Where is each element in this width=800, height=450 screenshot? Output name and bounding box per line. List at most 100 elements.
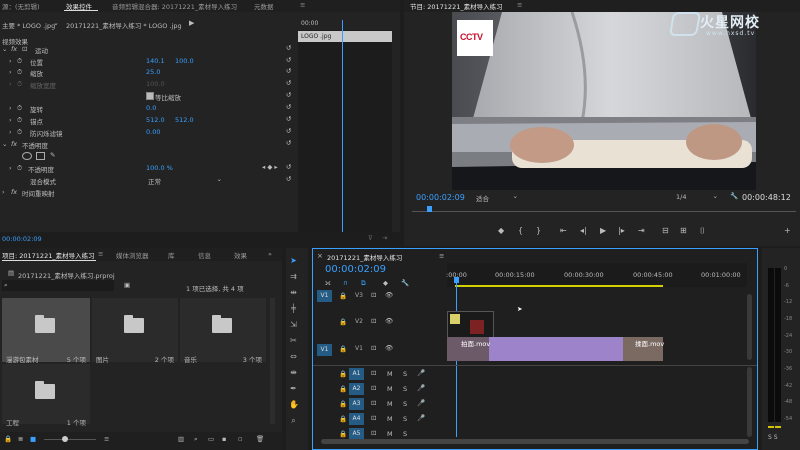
source-patch-v1[interactable]: V1 [317,344,332,356]
add-marker-icon[interactable]: ◆ [498,226,504,235]
sort-icon[interactable]: ≡ [104,435,109,443]
meter-solo-buttons[interactable]: S S [768,434,778,441]
time-ruler[interactable]: :00:00 00:00:15:00 00:00:30:00 00:00:45:… [446,263,747,287]
track-lock-icon[interactable]: 🔒 [339,400,347,408]
time-remap-expand-icon[interactable]: › [2,188,5,196]
opacity-reset-icon[interactable]: ↺ [286,163,291,171]
timeline-playhead-handle[interactable] [454,277,459,283]
audio-source-patch[interactable]: A4 [349,413,364,425]
project-menu-icon[interactable]: ≡ [98,250,103,258]
anchor-stopwatch-icon[interactable]: ⏱ [17,116,22,125]
fit-select[interactable]: 适合 ⌄ [476,192,518,203]
solo-button[interactable]: S [403,430,407,438]
track-sync-icon[interactable]: ⊡ [371,399,376,407]
solo-button[interactable]: S [403,370,407,378]
go-to-in-icon[interactable]: ⇤ [560,226,567,235]
project-search-input[interactable]: ⌕ [2,280,114,291]
mic-icon[interactable]: 🎤 [417,369,425,377]
antiflicker-stopwatch-icon[interactable]: ⏱ [17,128,22,137]
scale-width-expand-icon[interactable]: › [9,80,12,88]
delete-icon[interactable]: 🗑 [256,435,264,443]
automate-icon[interactable]: ▥ [178,435,184,443]
ellipse-mask-icon[interactable] [22,152,32,160]
tab-source[interactable]: 源：(无剪辑) [2,1,40,11]
opacity-expand-icon[interactable]: ⌄ [2,140,7,148]
ec-filter-icon[interactable]: ⊽ [368,234,373,242]
export-frame-icon[interactable]: ⌷ [700,226,705,236]
position-x-value[interactable]: 140.1 [146,57,165,65]
new-search-bin-icon[interactable]: ▣ [124,281,130,289]
track-eye-icon[interactable]: 👁 [385,344,393,352]
video-clip[interactable]: 揉面.mov [623,337,664,361]
track-sync-icon[interactable]: ⊡ [371,414,376,422]
bin-tile[interactable]: 漫游包素材 5 个项 [2,298,90,364]
work-area-bar[interactable] [455,285,663,287]
timeline-timecode[interactable]: 00:00:02:09 [325,264,386,275]
track-sync-icon[interactable]: ⊡ [371,429,376,437]
track-eye-icon[interactable]: 👁 [385,317,393,325]
slide-tool-icon[interactable]: ⇼ [289,368,298,377]
blend-mode-select[interactable]: 正常 ⌄ [146,175,222,186]
position-reset-icon[interactable]: ↺ [286,56,291,64]
audio-source-patch[interactable]: A1 [349,368,364,380]
sequence-clip-path[interactable]: 20171221_素材导入练习 * LOGO .jpg [66,20,182,30]
settings-wrench-icon[interactable]: 🔧 [730,192,738,200]
track-lock-icon[interactable]: 🔒 [339,370,347,378]
scale-value[interactable]: 25.0 [146,68,160,76]
cctv-logo-overlay[interactable]: CCTV [457,20,493,56]
motion-expand-icon[interactable]: ⌄ [2,45,7,53]
new-bin-icon[interactable]: ▭ [208,435,214,443]
solo-button[interactable]: S [403,385,407,393]
position-stopwatch-icon[interactable]: ⏱ [17,57,22,66]
scrubber-playhead[interactable] [427,206,433,212]
program-title[interactable]: 节目: 20171221_素材导入练习 [410,1,503,11]
timeline-menu-icon[interactable]: ≡ [439,252,444,260]
antiflicker-expand-icon[interactable]: › [9,128,12,136]
add-button-icon[interactable]: + [784,226,791,235]
video-clip[interactable]: 拍面.mov [447,337,623,361]
mute-button[interactable]: M [387,385,393,393]
solo-button[interactable]: S [403,415,407,423]
anchor-reset-icon[interactable]: ↺ [286,115,291,123]
zoom-slider-handle[interactable] [62,436,68,442]
timeline-v-scroll-handle[interactable] [747,294,752,360]
mic-icon[interactable]: 🎤 [417,414,425,422]
ec-export-icon[interactable]: ⇥ [382,234,387,242]
solo-button[interactable]: S [403,400,407,408]
track-lock-icon[interactable]: 🔒 [339,318,347,326]
scale-expand-icon[interactable]: › [9,68,12,76]
icon-view-icon[interactable]: ■ [30,435,36,443]
new-file-icon[interactable]: ▫ [238,435,242,443]
uniform-scale-checkbox[interactable] [146,92,154,100]
rotation-reset-icon[interactable]: ↺ [286,103,291,111]
tab-overflow-icon[interactable]: » [268,250,272,258]
play-icon[interactable]: ▶ [600,226,606,235]
add-marker-timeline-icon[interactable]: ◆ [383,279,388,287]
step-back-icon[interactable]: ◂| [580,226,587,235]
tab-libraries[interactable]: 库 [168,250,175,260]
audio-source-patch[interactable]: A3 [349,398,364,410]
mute-button[interactable]: M [387,370,393,378]
scale-reset-icon[interactable]: ↺ [286,67,291,75]
sequence-tab[interactable]: 20171221_素材导入练习 [327,252,402,262]
antiflicker-value[interactable]: 0.00 [146,128,160,136]
track-lock-icon[interactable]: 🔒 [339,345,347,353]
ec-playhead[interactable] [342,20,343,242]
fx-badge-icon[interactable]: fx [11,45,17,53]
find-icon[interactable]: ⌕ [194,435,198,444]
position-y-value[interactable]: 100.0 [175,57,194,65]
play-only-audio-icon[interactable]: ▶ [189,19,194,27]
opacity-fx-icon[interactable]: fx [11,140,17,148]
path-dropdown-icon[interactable]: ⌄ [53,19,59,27]
opacity-section-reset-icon[interactable]: ↺ [286,139,291,147]
opacity-keyframe-nav[interactable]: ◂ ◆ ▸ [262,163,278,171]
motion-reset-icon[interactable]: ↺ [286,44,291,52]
position-expand-icon[interactable]: › [9,57,12,65]
lock-icon[interactable]: 🔒 [4,435,12,443]
track-sync-icon[interactable]: ⊡ [371,384,376,392]
tab-metadata[interactable]: 元数据 [254,1,274,11]
slip-tool-icon[interactable]: ⇔ [289,352,298,361]
scale-stopwatch-icon[interactable]: ⏱ [17,68,22,77]
track-lock-icon[interactable]: 🔒 [339,385,347,393]
mute-button[interactable]: M [387,400,393,408]
